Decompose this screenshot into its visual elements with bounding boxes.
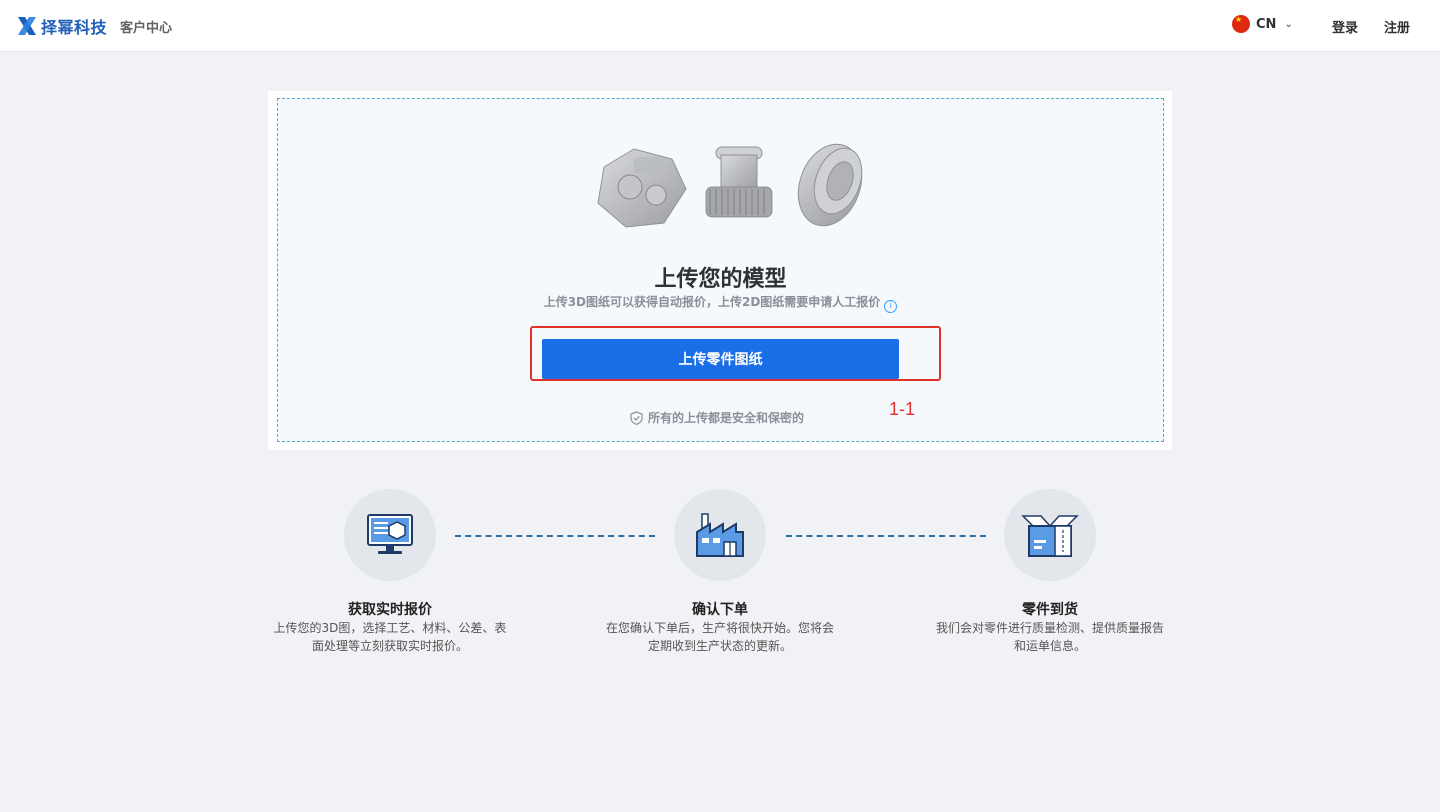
step-1-description-line: 面处理等立刻获取实时报价。 bbox=[311, 639, 468, 653]
x-logo-icon bbox=[18, 17, 36, 35]
step-1-circle bbox=[344, 489, 436, 581]
step-3-description-line: 我们会对零件进行质量检测、提供质量报告 bbox=[935, 621, 1164, 635]
brand-name: 择幂科技 bbox=[41, 18, 108, 37]
step-3-description: 我们会对零件进行质量检测、提供质量报告 和运单信息。 bbox=[920, 619, 1180, 655]
upload-title: 上传您的模型 bbox=[654, 267, 787, 292]
step-1-description-line: 上传您的3D图，选择工艺、材料、公差、表 bbox=[273, 621, 507, 635]
upload-drawing-button[interactable]: 上传零件图纸 bbox=[542, 339, 899, 379]
monitor-quote-icon bbox=[367, 514, 413, 554]
register-link[interactable]: 注册 bbox=[1384, 17, 1410, 36]
step-3-description-line: 和运单信息。 bbox=[1013, 639, 1086, 653]
customer-center-link[interactable]: 客户中心 bbox=[120, 17, 172, 36]
brand-logo[interactable]: 择幂科技 bbox=[16, 14, 107, 38]
step-2-title: 确认下单 bbox=[692, 602, 748, 618]
step-3-circle bbox=[1004, 489, 1096, 581]
china-flag-icon bbox=[1232, 15, 1250, 33]
info-icon[interactable]: i bbox=[884, 300, 898, 313]
3d-models-illustration bbox=[597, 143, 863, 228]
package-icon bbox=[1021, 515, 1079, 557]
security-note-text: 所有的上传都是安全和保密的 bbox=[648, 411, 805, 425]
upload-dropzone[interactable]: 上传您的模型 上传3D图纸可以获得自动报价，上传2D图纸需要申请人工报价 i 上传… bbox=[277, 98, 1164, 442]
annotation-label: 1-1 bbox=[889, 399, 916, 419]
upload-card: 上传您的模型 上传3D图纸可以获得自动报价，上传2D图纸需要申请人工报价 i 上传… bbox=[268, 91, 1172, 450]
step-3-title: 零件到货 bbox=[1022, 602, 1078, 618]
step-2-circle bbox=[674, 489, 766, 581]
security-note: 所有的上传都是安全和保密的 bbox=[630, 409, 804, 426]
upload-subtitle: 上传3D图纸可以获得自动报价，上传2D图纸需要申请人工报价 i bbox=[278, 293, 1163, 313]
step-2-description-line: 定期收到生产状态的更新。 bbox=[647, 639, 792, 653]
upload-subtitle-text: 上传3D图纸可以获得自动报价，上传2D图纸需要申请人工报价 bbox=[543, 295, 881, 309]
factory-icon bbox=[696, 513, 744, 557]
step-connector-1 bbox=[455, 535, 655, 537]
step-connector-2 bbox=[786, 535, 986, 537]
step-1-title: 获取实时报价 bbox=[348, 602, 432, 618]
language-selector[interactable]: CN ⌄ bbox=[1232, 15, 1293, 33]
login-link[interactable]: 登录 bbox=[1332, 17, 1358, 36]
chevron-down-icon: ⌄ bbox=[1284, 18, 1293, 30]
language-label: CN bbox=[1256, 16, 1277, 32]
step-2-description-line: 在您确认下单后，生产将很快开始。您将会 bbox=[605, 621, 834, 635]
step-1-description: 上传您的3D图，选择工艺、材料、公差、表 面处理等立刻获取实时报价。 bbox=[260, 619, 520, 655]
step-2-description: 在您确认下单后，生产将很快开始。您将会 定期收到生产状态的更新。 bbox=[590, 619, 850, 655]
top-header: 择幂科技 客户中心 CN ⌄ 登录 注册 bbox=[0, 0, 1440, 52]
shield-check-icon bbox=[630, 410, 643, 425]
